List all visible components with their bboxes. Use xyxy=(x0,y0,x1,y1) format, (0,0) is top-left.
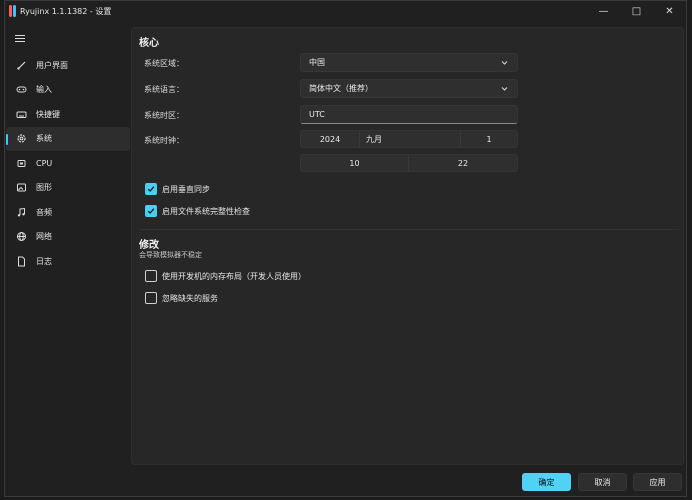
system-region-dropdown[interactable]: 中国 xyxy=(300,53,518,72)
cpu-icon xyxy=(16,158,27,169)
sidebar: 用户界面 输入 快捷键 系统 CPU 图形 音频 网络 日志 xyxy=(5,21,131,497)
maximize-button[interactable]: □ xyxy=(620,1,653,21)
system-region-value: 中国 xyxy=(309,58,325,67)
sidebar-item-input[interactable]: 输入 xyxy=(6,78,130,103)
sidebar-nav: 用户界面 输入 快捷键 系统 CPU 图形 音频 网络 日志 xyxy=(5,53,131,274)
sidebar-item-network[interactable]: 网络 xyxy=(6,225,130,250)
gear-icon xyxy=(16,133,27,144)
system-language-dropdown[interactable]: 简体中文（推荐） xyxy=(300,79,518,98)
section-divider xyxy=(139,229,679,230)
fs-integrity-checkbox[interactable]: 启用文件系统完整性检查 xyxy=(145,205,250,217)
checkbox-checked-icon xyxy=(145,205,157,217)
time-minute[interactable]: 22 xyxy=(409,155,517,171)
date-month[interactable]: 九月 xyxy=(360,131,461,147)
sidebar-item-audio[interactable]: 音频 xyxy=(6,200,130,225)
sidebar-item-label: 日志 xyxy=(36,256,52,266)
image-icon xyxy=(16,182,27,193)
sidebar-item-hotkeys[interactable]: 快捷键 xyxy=(6,102,130,127)
window-title: Ryujinx 1.1.1382 - 设置 xyxy=(20,6,112,16)
globe-icon xyxy=(16,231,27,242)
sidebar-item-label: 图形 xyxy=(36,183,52,193)
sidebar-item-graphics[interactable]: 图形 xyxy=(6,176,130,201)
settings-content-panel: 核心 系统区域： 中国 系统语言： 简体中文（推荐） 系统时区： UTC 系统时… xyxy=(131,27,684,465)
ignore-missing-services-label: 忽略缺失的服务 xyxy=(162,293,218,303)
system-date-picker[interactable]: 2024 九月 1 xyxy=(300,130,518,148)
minimize-button[interactable]: — xyxy=(587,1,620,21)
vsync-label: 启用垂直同步 xyxy=(162,184,210,194)
sidebar-item-ui[interactable]: 用户界面 xyxy=(6,53,130,78)
chevron-down-icon xyxy=(501,87,508,91)
settings-window: Ryujinx 1.1.1382 - 设置 — □ ✕ 用户界面 输入 快捷键 … xyxy=(4,0,687,497)
hacks-section-title: 修改 xyxy=(139,240,159,251)
sidebar-item-cpu[interactable]: CPU xyxy=(6,151,130,176)
sidebar-item-label: 快捷键 xyxy=(36,109,60,119)
sidebar-item-system[interactable]: 系统 xyxy=(6,126,130,151)
sidebar-item-label: CPU xyxy=(36,158,53,168)
ryujinx-logo-icon xyxy=(9,5,17,17)
fs-integrity-label: 启用文件系统完整性检查 xyxy=(162,206,250,216)
document-icon xyxy=(16,256,27,267)
system-clock-label: 系统时钟： xyxy=(144,136,184,145)
music-icon xyxy=(16,207,27,218)
core-section-title: 核心 xyxy=(139,38,159,49)
checkbox-unchecked-icon xyxy=(145,270,157,282)
system-timezone-input[interactable]: UTC xyxy=(300,105,518,124)
system-language-value: 简体中文（推荐） xyxy=(309,84,373,93)
time-hour[interactable]: 10 xyxy=(301,155,409,171)
title-bar[interactable]: Ryujinx 1.1.1382 - 设置 — □ ✕ xyxy=(5,1,686,21)
keyboard-icon xyxy=(16,109,27,120)
date-day[interactable]: 1 xyxy=(461,131,517,147)
sidebar-item-label: 系统 xyxy=(36,134,52,144)
apply-button[interactable]: 应用 xyxy=(633,473,682,491)
system-region-label: 系统区域： xyxy=(144,59,184,68)
system-language-label: 系统语言： xyxy=(144,85,184,94)
checkbox-checked-icon xyxy=(145,183,157,195)
cancel-button[interactable]: 取消 xyxy=(578,473,627,491)
dev-memory-layout-checkbox[interactable]: 使用开发机的内存布局（开发人员使用） xyxy=(145,270,306,282)
sidebar-item-label: 输入 xyxy=(36,85,52,95)
hacks-section-subtitle: 会导致模拟器不稳定 xyxy=(139,251,202,259)
sidebar-item-label: 音频 xyxy=(36,207,52,217)
checkbox-unchecked-icon xyxy=(145,292,157,304)
chevron-down-icon xyxy=(501,61,508,65)
hamburger-menu-icon[interactable] xyxy=(15,35,25,44)
brush-icon xyxy=(16,60,27,71)
date-year[interactable]: 2024 xyxy=(301,131,360,147)
close-button[interactable]: ✕ xyxy=(653,1,686,21)
dev-memory-layout-label: 使用开发机的内存布局（开发人员使用） xyxy=(162,271,306,281)
system-timezone-value: UTC xyxy=(309,110,325,119)
sidebar-item-label: 网络 xyxy=(36,232,52,242)
sidebar-item-logging[interactable]: 日志 xyxy=(6,249,130,274)
system-time-picker[interactable]: 10 22 xyxy=(300,154,518,172)
ignore-missing-services-checkbox[interactable]: 忽略缺失的服务 xyxy=(145,292,218,304)
sidebar-item-label: 用户界面 xyxy=(36,60,68,70)
system-timezone-label: 系统时区： xyxy=(144,111,184,120)
vsync-checkbox[interactable]: 启用垂直同步 xyxy=(145,183,210,195)
gamepad-icon xyxy=(16,84,27,95)
ok-button[interactable]: 确定 xyxy=(522,473,571,491)
